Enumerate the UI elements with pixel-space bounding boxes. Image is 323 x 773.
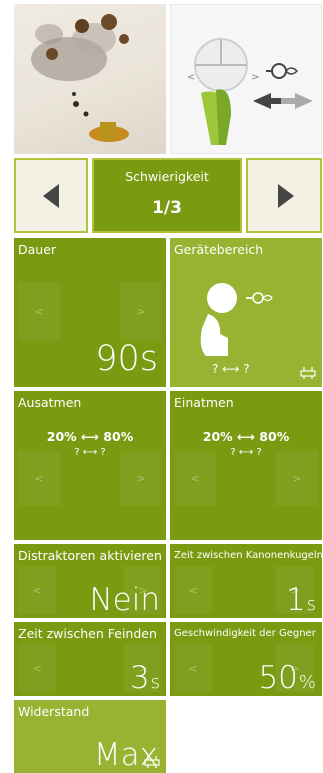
triangle-left-icon: [43, 184, 59, 208]
kanonenkugeln-unit: s: [306, 594, 316, 615]
setting-widerstand-label: Widerstand: [18, 704, 90, 719]
setting-dauer-value: 90s: [95, 339, 158, 379]
setting-distraktoren-value: Nein: [89, 582, 160, 618]
svg-text:<: <: [187, 72, 195, 83]
setting-dauer-label: Dauer: [18, 242, 57, 257]
setting-einatmen-label: Einatmen: [174, 395, 234, 410]
setting-gegner-speed[interactable]: Geschwindigkeit der Gegner < > 50%: [170, 622, 322, 696]
setting-ausatmen[interactable]: Ausatmen 20% ⟷ 80% ? ⟷ ? < >: [14, 391, 166, 540]
kanonenkugeln-decrease-button[interactable]: <: [174, 566, 212, 614]
breathing-figure-icon: [200, 283, 273, 356]
device-link-icon: [300, 367, 316, 379]
dauer-decrease-button[interactable]: <: [18, 282, 60, 340]
game-scene-illustration: [31, 14, 129, 142]
setting-kanonenkugeln-value: 1s: [286, 585, 316, 616]
device-instruction-image[interactable]: < >: [170, 4, 322, 154]
setting-ausatmen-label: Ausatmen: [18, 395, 82, 410]
kanonenkugeln-number: 1: [285, 582, 306, 618]
setting-widerstand[interactable]: Widerstand Max: [14, 700, 166, 773]
ausatmen-range: 20% ⟷ 80%: [46, 429, 134, 444]
setting-gegner-speed-value: 50%: [258, 663, 316, 694]
geraetebereich-range: ? ⟷ ?: [212, 362, 250, 376]
setting-feinde[interactable]: Zeit zwischen Feinden < > 3s: [14, 622, 166, 696]
triangle-right-icon: [278, 184, 294, 208]
ausatmen-decrease-button[interactable]: <: [18, 451, 60, 506]
setting-feinde-value: 3s: [130, 663, 160, 694]
feinde-decrease-button[interactable]: <: [18, 644, 56, 692]
gegner-speed-unit: %: [298, 672, 316, 693]
device-link-icon: [144, 756, 160, 768]
difficulty-prev-button[interactable]: [14, 158, 88, 233]
ausatmen-increase-button[interactable]: >: [120, 451, 162, 506]
breathing-figure-illustration: < >: [187, 38, 313, 145]
distraktoren-decrease-button[interactable]: <: [18, 566, 56, 614]
setting-kanonenkugeln[interactable]: Zeit zwischen Kanonenkugeln < > 1s: [170, 544, 323, 618]
einatmen-range: 20% ⟷ 80%: [202, 429, 290, 444]
setting-geraetebereich[interactable]: Gerätebereich ? ⟷ ?: [170, 238, 322, 387]
setting-dauer[interactable]: Dauer < > 90s: [14, 238, 166, 387]
setting-einatmen[interactable]: Einatmen 20% ⟷ 80% ? ⟷ ? < >: [170, 391, 322, 540]
setting-kanonenkugeln-label: Zeit zwischen Kanonenkugeln: [174, 550, 323, 561]
difficulty-display: Schwierigkeit 1/3: [92, 158, 242, 233]
feinde-number: 3: [129, 660, 150, 696]
svg-text:>: >: [251, 72, 259, 83]
gegner-speed-number: 50: [258, 660, 298, 696]
game-preview-image[interactable]: [14, 4, 166, 154]
feinde-unit: s: [150, 672, 160, 693]
setting-distraktoren-label: Distraktoren aktivieren: [18, 548, 162, 563]
difficulty-label: Schwierigkeit: [125, 169, 209, 184]
setting-geraetebereich-label: Gerätebereich: [174, 242, 264, 257]
setting-distraktoren[interactable]: Distraktoren aktivieren < > Nein: [14, 544, 166, 618]
einatmen-increase-button[interactable]: >: [276, 451, 318, 506]
dauer-increase-button[interactable]: >: [120, 282, 162, 340]
gegner-speed-decrease-button[interactable]: <: [174, 644, 212, 692]
setting-gegner-speed-label: Geschwindigkeit der Gegner: [174, 628, 316, 639]
setting-feinde-label: Zeit zwischen Feinden: [18, 626, 157, 641]
difficulty-value: 1/3: [152, 198, 182, 218]
difficulty-next-button[interactable]: [246, 158, 322, 233]
einatmen-decrease-button[interactable]: <: [174, 451, 216, 506]
